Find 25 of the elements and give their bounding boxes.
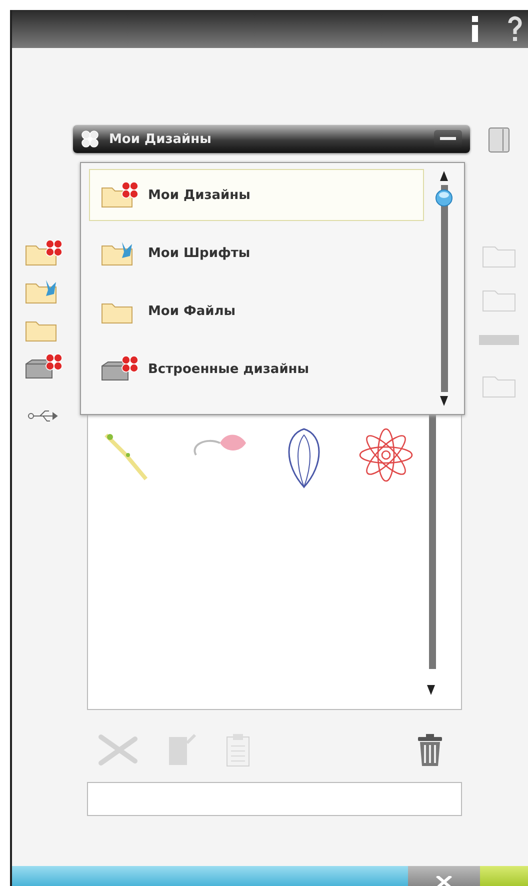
- folder-item[interactable]: Мои Шрифты: [89, 227, 424, 279]
- scroll-thumb[interactable]: [435, 189, 453, 207]
- document-icon: [167, 733, 197, 767]
- trash-icon: [416, 733, 444, 767]
- close-icon: [435, 876, 453, 886]
- folder-flower-icon[interactable]: [100, 180, 138, 210]
- flower-icon: [81, 130, 99, 148]
- scissors-icon: [97, 733, 139, 767]
- scroll-up-icon[interactable]: [440, 171, 448, 181]
- info-icon[interactable]: [470, 16, 480, 42]
- ruler-icon: [479, 335, 519, 345]
- help-icon[interactable]: [508, 16, 522, 42]
- delete-button[interactable]: [416, 733, 444, 767]
- panel-icon[interactable]: [488, 127, 510, 153]
- folder-item[interactable]: Мои Дизайны: [89, 169, 424, 221]
- cancel-button[interactable]: [408, 866, 480, 886]
- clipboard-icon: [225, 732, 251, 768]
- folder-item[interactable]: Мои Файлы: [89, 285, 424, 337]
- name-field[interactable]: [87, 782, 462, 816]
- scroll-down-icon[interactable]: [427, 685, 435, 695]
- folder-selector[interactable]: Мои Дизайны: [73, 125, 470, 153]
- folder-item[interactable]: Встроенные дизайны: [89, 343, 424, 395]
- usb-icon[interactable]: [28, 408, 58, 424]
- minus-icon: [440, 135, 456, 143]
- folder-flower-icon[interactable]: [24, 238, 62, 268]
